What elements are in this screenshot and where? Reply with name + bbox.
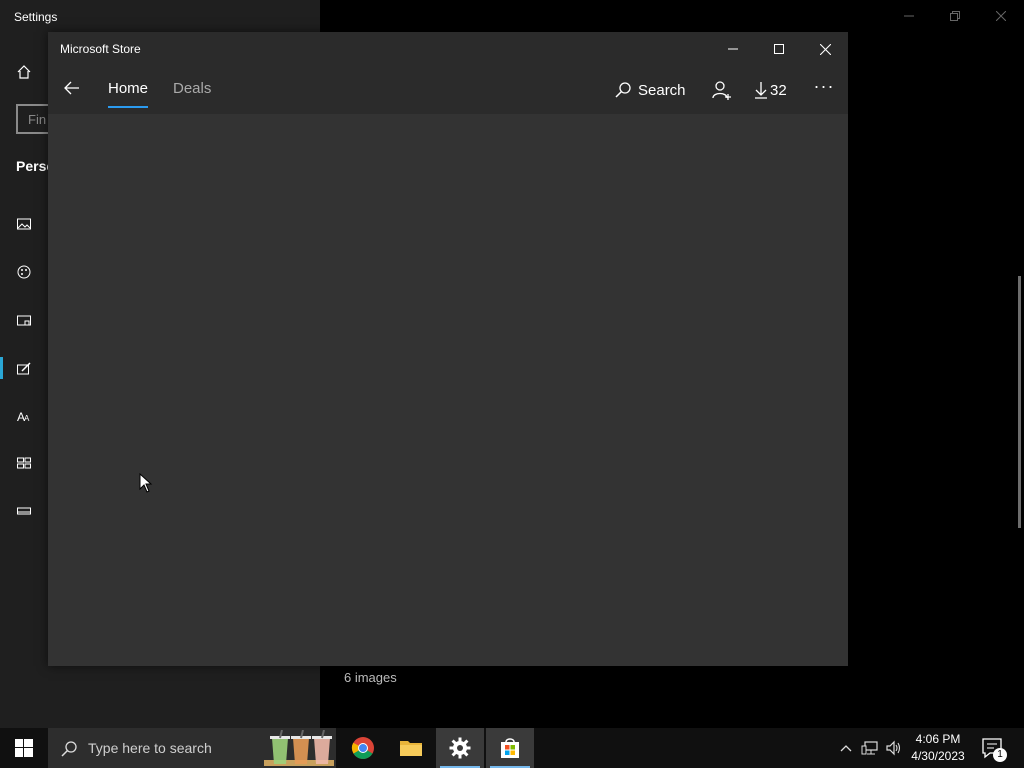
settings-active-indicator bbox=[0, 357, 3, 379]
clock-date: 4/30/2023 bbox=[911, 749, 965, 763]
back-arrow-icon bbox=[64, 81, 79, 95]
palette-icon[interactable] bbox=[14, 262, 34, 282]
search-icon bbox=[61, 741, 77, 757]
settings-scrollbar[interactable] bbox=[1018, 276, 1021, 528]
start-menu-icon[interactable] bbox=[14, 453, 34, 473]
folder-icon bbox=[400, 741, 422, 756]
settings-title: Settings bbox=[14, 10, 58, 24]
network-icon[interactable] bbox=[860, 738, 880, 758]
store-minimize-button[interactable] bbox=[710, 32, 756, 66]
taskbar-settings-icon[interactable] bbox=[14, 501, 34, 521]
settings-close-button[interactable] bbox=[978, 0, 1024, 32]
search-icon bbox=[615, 82, 631, 98]
taskbar: Type here to search 4:06 PM 4/30/2023 1 bbox=[0, 728, 1024, 768]
taskbar-chrome[interactable] bbox=[339, 728, 387, 768]
bubble-tea-drinks-icon bbox=[264, 730, 334, 766]
downloads-count: 32 bbox=[770, 81, 787, 99]
account-button[interactable] bbox=[710, 78, 734, 102]
tab-home-underline bbox=[108, 106, 148, 108]
home-icon[interactable] bbox=[14, 62, 34, 82]
store-caption-buttons bbox=[710, 32, 848, 66]
windows-logo-icon bbox=[15, 739, 33, 757]
themes-icon[interactable] bbox=[14, 359, 34, 379]
store-window: Microsoft Store Home Deals Search 32 ··· bbox=[48, 32, 848, 666]
store-icon bbox=[501, 738, 519, 758]
back-button[interactable] bbox=[58, 72, 86, 104]
gear-icon bbox=[449, 737, 471, 759]
taskbar-clock[interactable]: 4:06 PM 4/30/2023 bbox=[906, 731, 970, 765]
more-options-button[interactable]: ··· bbox=[812, 76, 836, 96]
downloads-button[interactable]: 32 bbox=[754, 78, 787, 102]
search-label: Search bbox=[638, 81, 686, 99]
taskbar-microsoft-store[interactable] bbox=[486, 728, 534, 768]
store-maximize-button[interactable] bbox=[756, 32, 802, 66]
add-user-icon bbox=[712, 81, 731, 100]
taskbar-file-explorer[interactable] bbox=[387, 728, 435, 768]
tab-home[interactable]: Home bbox=[108, 80, 148, 97]
taskbar-search-box[interactable]: Type here to search bbox=[48, 728, 336, 768]
start-button[interactable] bbox=[0, 728, 48, 768]
taskbar-search-placeholder: Type here to search bbox=[88, 740, 212, 756]
search-button[interactable]: Search bbox=[614, 78, 686, 102]
volume-icon[interactable] bbox=[884, 738, 904, 758]
lock-screen-icon[interactable] bbox=[14, 311, 34, 331]
picture-icon[interactable] bbox=[14, 214, 34, 234]
clock-time: 4:06 PM bbox=[915, 732, 961, 746]
settings-minimize-button[interactable] bbox=[886, 0, 932, 32]
store-close-button[interactable] bbox=[802, 32, 848, 66]
settings-restore-button[interactable] bbox=[932, 0, 978, 32]
notification-count-badge: 1 bbox=[993, 748, 1007, 762]
tab-deals[interactable]: Deals bbox=[173, 80, 211, 97]
svg-text:A: A bbox=[24, 414, 30, 423]
store-titlebar[interactable]: Microsoft Store bbox=[48, 32, 848, 66]
store-content-area bbox=[48, 114, 848, 666]
fonts-icon[interactable]: AA bbox=[14, 406, 34, 426]
download-icon bbox=[755, 82, 767, 99]
store-window-title: Microsoft Store bbox=[60, 42, 141, 56]
mouse-cursor-icon bbox=[139, 473, 153, 493]
settings-caption-buttons bbox=[886, 0, 1024, 32]
show-hidden-icons-chevron-icon[interactable] bbox=[836, 738, 856, 758]
chrome-icon bbox=[351, 737, 374, 759]
taskbar-settings[interactable] bbox=[436, 728, 484, 768]
images-count-label: 6 images bbox=[344, 670, 397, 685]
